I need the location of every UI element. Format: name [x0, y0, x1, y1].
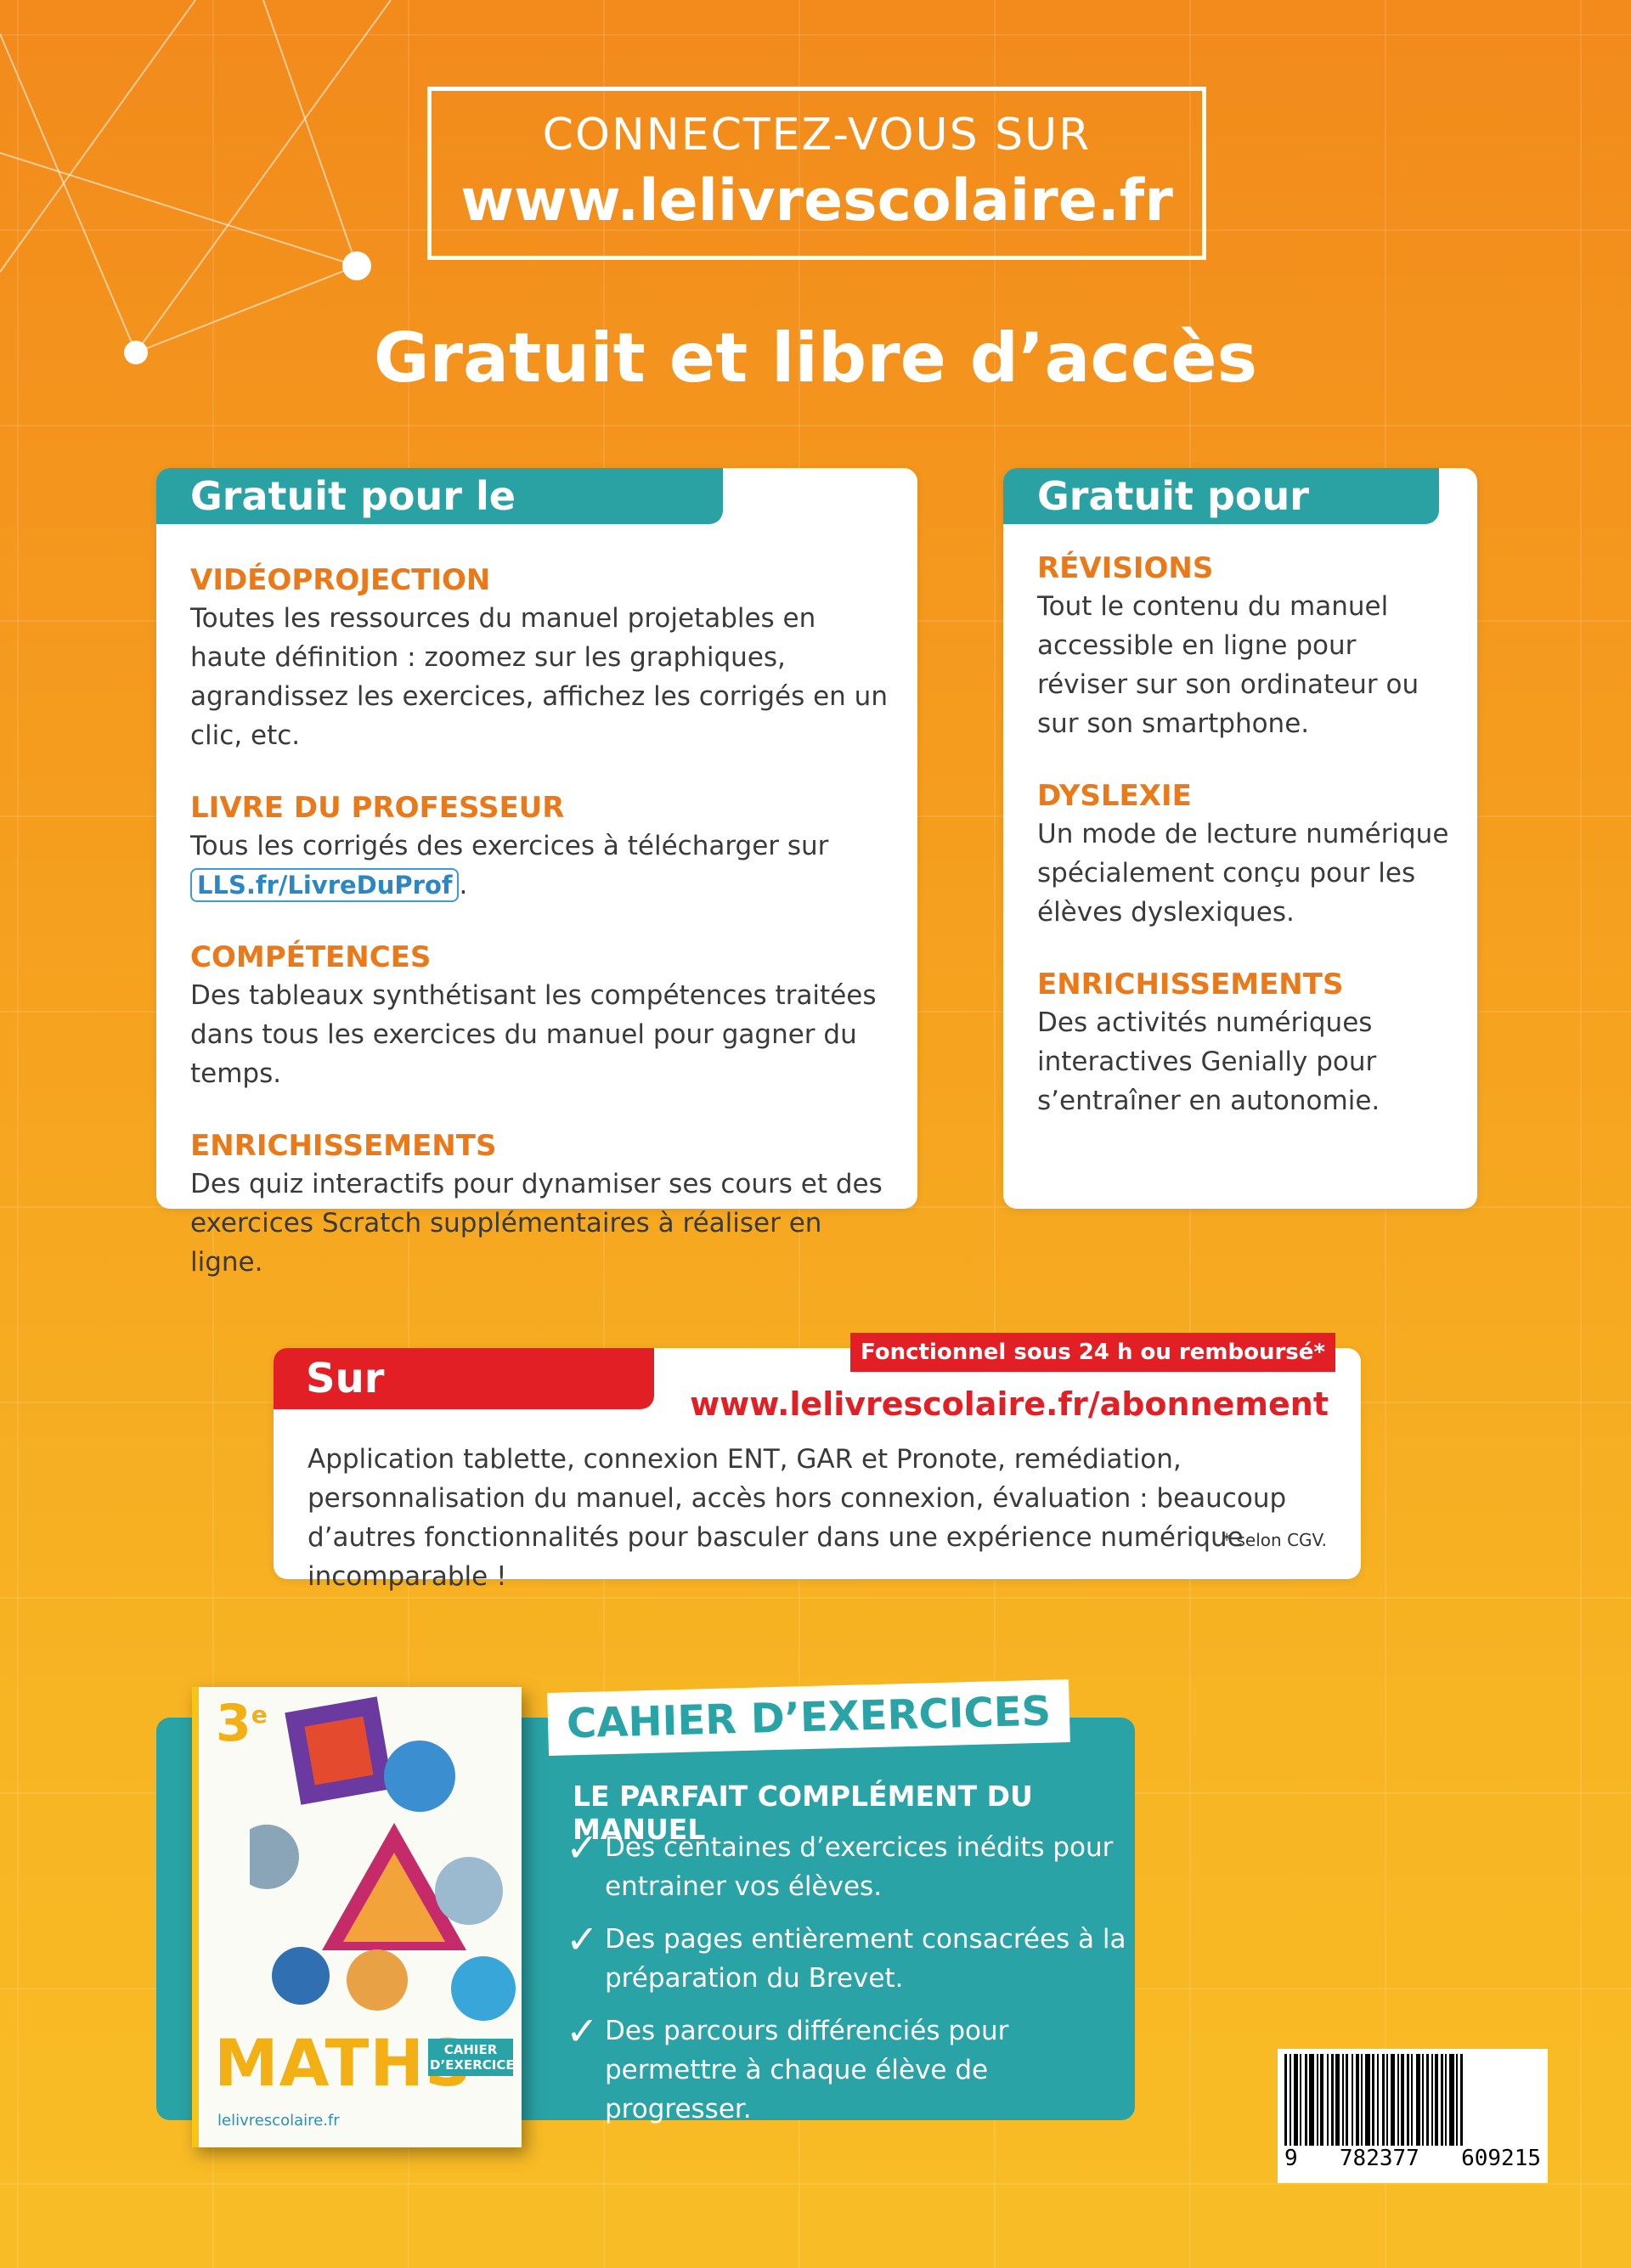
list-item: ✓ Des parcours différenciés pour permett… — [566, 2011, 1126, 2129]
book-brand: lelivrescolaire.fr — [217, 2112, 340, 2130]
barcode-bars — [1284, 2054, 1541, 2146]
student-card-body: RÉVISIONS Tout le contenu du manuel acce… — [1037, 550, 1452, 1154]
page-title: Gratuit et libre d’accès — [373, 319, 1258, 398]
cover-illustration — [250, 1696, 516, 2021]
cgv-note: * selon CGV. — [1222, 1530, 1327, 1550]
network-decoration — [0, 0, 392, 364]
isbn-part: 782377 — [1339, 2146, 1419, 2171]
professor-card-body: VIDÉOPROJECTION Toutes les ressources du… — [190, 561, 892, 1316]
section-text: Des quiz interactifs pour dynamiser ses … — [190, 1169, 883, 1278]
section-text: Toutes les ressources du manuel projetab… — [190, 603, 888, 751]
section-livre-du-professeur: LIVRE DU PROFESSEUR Tous les corrigés de… — [190, 789, 892, 905]
section-title: VIDÉOPROJECTION — [190, 563, 491, 597]
section-text: Des activités numériques interactives Ge… — [1037, 1007, 1380, 1116]
livre-du-prof-link[interactable]: LLS.fr/LivreDuProf — [190, 868, 460, 902]
isbn-part: 609215 — [1461, 2146, 1541, 2171]
section-text: Tous les corrigés des exercices à téléch… — [190, 827, 892, 905]
list-item: ✓ Des pages entièrement consacrées à la … — [566, 1920, 1126, 1998]
subscription-text: Application tablette, connexion ENT, GAR… — [308, 1444, 1287, 1592]
list-item-text: Des centaines d’exercices inédits pour e… — [605, 1832, 1114, 1902]
section-title: LIVRE DU PROFESSEUR — [190, 791, 565, 825]
professor-card: Gratuit pour le professeur VIDÉOPROJECTI… — [156, 468, 917, 1278]
book-cover: 3e MATHS CAHIER D’EXERCICES lelivrescola… — [192, 1687, 522, 2147]
isbn-number: 9 782377 609215 — [1284, 2146, 1541, 2171]
list-item: ✓ Des centaines d’exercices inédits pour… — [566, 1828, 1126, 1906]
section-competences: COMPÉTENCES Des tableaux synthétisant le… — [190, 939, 892, 1093]
book-grade-number: 3 — [216, 1694, 251, 1753]
section-dyslexie: DYSLEXIE Un mode de lecture numérique sp… — [1037, 777, 1452, 932]
check-icon: ✓ — [566, 1825, 599, 1870]
subscription-url[interactable]: www.lelivrescolaire.fr/abonnement — [690, 1385, 1329, 1423]
section-text-period: . — [459, 870, 468, 900]
section-enrichissements-eleve: ENRICHISSEMENTS Des activités numériques… — [1037, 966, 1452, 1120]
isbn-part: 9 — [1284, 2146, 1298, 2171]
section-revisions: RÉVISIONS Tout le contenu du manuel acce… — [1037, 550, 1452, 743]
refund-badge: Fonctionnel sous 24 h ou remboursé* — [850, 1333, 1335, 1372]
connect-label: CONNECTEZ-VOUS SUR — [542, 110, 1092, 161]
isbn-barcode: 9 782377 609215 — [1278, 2049, 1548, 2183]
cahier-benefits-list: ✓ Des centaines d’exercices inédits pour… — [566, 1828, 1126, 2142]
section-videoprojection: VIDÉOPROJECTION Toutes les ressources du… — [190, 561, 892, 755]
section-title: RÉVISIONS — [1037, 551, 1214, 585]
list-item-text: Des pages entièrement consacrées à la pr… — [605, 1924, 1126, 1994]
book-label: CAHIER D’EXERCICES — [428, 2039, 522, 2076]
section-text: Un mode de lecture numérique spécialemen… — [1037, 819, 1449, 928]
section-text: Des tableaux synthétisant les compétence… — [190, 980, 877, 1089]
professor-card-tab: Gratuit pour le professeur — [156, 468, 723, 575]
check-icon: ✓ — [566, 1916, 599, 1962]
list-item-text: Des parcours différenciés pour permettre… — [605, 2016, 1009, 2124]
section-enrichissements-prof: ENRICHISSEMENTS Des quiz interactifs pou… — [190, 1127, 892, 1282]
subscription-tab: Sur abonnement — [274, 1348, 654, 1464]
section-title: ENRICHISSEMENTS — [190, 1129, 497, 1163]
section-text-main: Tous les corrigés des exercices à téléch… — [190, 831, 829, 861]
subscription-card: Sur abonnement Fonctionnel sous 24 h ou … — [274, 1333, 1361, 1592]
section-title: COMPÉTENCES — [190, 940, 432, 974]
section-title: ENRICHISSEMENTS — [1037, 968, 1344, 1001]
section-text: Tout le contenu du manuel accessible en … — [1037, 591, 1419, 739]
student-card: Gratuit pour l’élève RÉVISIONS Tout le c… — [1003, 468, 1477, 1209]
connect-box: CONNECTEZ-VOUS SUR www.lelivrescolaire.f… — [427, 87, 1206, 260]
section-title: DYSLEXIE — [1037, 779, 1192, 813]
student-card-tab: Gratuit pour l’élève — [1003, 468, 1439, 575]
site-url[interactable]: www.lelivrescolaire.fr — [432, 167, 1202, 234]
cahier-tab: CAHIER D’EXERCICES — [547, 1678, 1071, 1757]
check-icon: ✓ — [566, 2008, 599, 2054]
